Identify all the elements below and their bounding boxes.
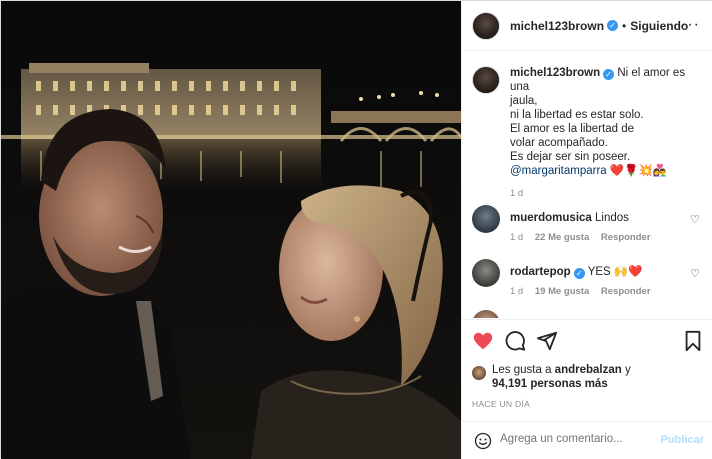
comment-username[interactable]: muerdomusica xyxy=(510,212,592,224)
separator-dot: • xyxy=(622,18,627,33)
comment-text: rodartepop ✓ YES 🙌❤️ xyxy=(510,265,700,279)
comment-body: Lindos xyxy=(595,212,629,224)
likes-prefix: Les gusta a xyxy=(492,364,552,376)
add-comment-bar: Publicar xyxy=(462,421,712,459)
caption-mention[interactable]: @margaritamparra xyxy=(510,165,607,177)
caption-text: michel123brown ✓ Ni el amor es una jaula,… xyxy=(510,66,700,178)
comment-likes[interactable]: 19 Me gusta xyxy=(535,286,589,297)
reply-button[interactable]: Responder xyxy=(601,286,651,297)
caption-line-6: Es dejar ser sin poseer. xyxy=(510,151,631,163)
likes-text: Les gusta a andrebalzan y 94,191 persona… xyxy=(492,363,702,391)
likes-count[interactable]: 94,191 personas más xyxy=(492,378,608,390)
comment-like-heart-icon[interactable]: ♡ xyxy=(690,267,700,280)
post-header: michel123brown ✓ • Siguiendo ··· xyxy=(462,1,712,51)
share-icon[interactable] xyxy=(536,330,558,352)
comments-list[interactable]: michel123brown ✓ Ni el amor es una jaula,… xyxy=(462,52,712,318)
emoji-icon[interactable] xyxy=(474,432,492,450)
caption-meta: 1 d xyxy=(510,188,532,199)
publish-button[interactable]: Publicar xyxy=(661,434,704,446)
comment-time[interactable]: 1 d xyxy=(510,232,523,243)
comment-item: rodartepop ✓ YES 🙌❤️ ♡ 1 d 19 Me gusta Re… xyxy=(472,259,704,305)
likes-user[interactable]: andrebalzan xyxy=(555,364,622,376)
caption-line-3: ni la libertad es estar solo. xyxy=(510,109,644,121)
post-side-panel: michel123brown ✓ • Siguiendo ··· michel1… xyxy=(461,1,712,459)
caption: michel123brown ✓ Ni el amor es una jaula,… xyxy=(472,66,704,199)
verified-badge-icon: ✓ xyxy=(603,69,615,80)
heart-filled-icon[interactable] xyxy=(472,330,494,352)
comment-meta: 1 d 19 Me gusta Responder xyxy=(510,286,660,297)
more-horizontal-icon[interactable]: ··· xyxy=(681,17,700,33)
author-username[interactable]: michel123brown xyxy=(510,19,604,33)
post-timestamp[interactable]: HACE UN DÍA xyxy=(472,399,530,409)
comment-avatar[interactable] xyxy=(472,310,500,318)
caption-line-5: volar acompañado. xyxy=(510,137,608,149)
caption-avatar[interactable] xyxy=(472,66,500,94)
reply-button[interactable]: Responder xyxy=(601,232,651,243)
caption-line-4: El amor es la libertad de xyxy=(510,123,635,135)
comment-like-heart-icon[interactable]: ♡ xyxy=(690,213,700,226)
comment-avatar[interactable] xyxy=(472,205,500,233)
author-avatar[interactable] xyxy=(472,11,500,40)
comment-text: muerdomusica Lindos xyxy=(510,211,700,225)
post-actions xyxy=(462,319,712,359)
comment-likes[interactable]: 22 Me gusta xyxy=(535,232,589,243)
caption-emojis: ❤️🌹💥👩‍❤️‍👨 xyxy=(609,165,668,177)
verified-badge-icon: ✓ xyxy=(607,20,619,31)
likes-connector: y xyxy=(624,364,631,376)
comment-meta: 1 d 22 Me gusta Responder xyxy=(510,232,660,243)
post-photo[interactable] xyxy=(1,1,461,459)
comment-username[interactable]: rodartepop xyxy=(510,266,571,278)
comment-icon[interactable] xyxy=(504,330,526,352)
comment-time[interactable]: 1 d xyxy=(510,286,523,297)
instagram-post: michel123brown ✓ • Siguiendo ··· michel1… xyxy=(0,0,712,459)
bookmark-icon[interactable] xyxy=(682,330,704,352)
caption-line-2: jaula, xyxy=(510,95,538,107)
caption-username[interactable]: michel123brown xyxy=(510,67,600,79)
comment-item: muerdomusica Lindos ♡ 1 d 22 Me gusta Re… xyxy=(472,205,704,251)
comment-item-partial xyxy=(472,310,704,318)
verified-badge-icon: ✓ xyxy=(573,268,585,279)
liker-avatar[interactable] xyxy=(472,366,486,380)
comment-body: YES 🙌❤️ xyxy=(587,266,643,278)
caption-time[interactable]: 1 d xyxy=(510,188,523,199)
following-button[interactable]: Siguiendo xyxy=(630,19,688,33)
comment-input[interactable] xyxy=(500,433,650,445)
comment-avatar[interactable] xyxy=(472,259,500,287)
night-couple-photo xyxy=(1,1,461,459)
